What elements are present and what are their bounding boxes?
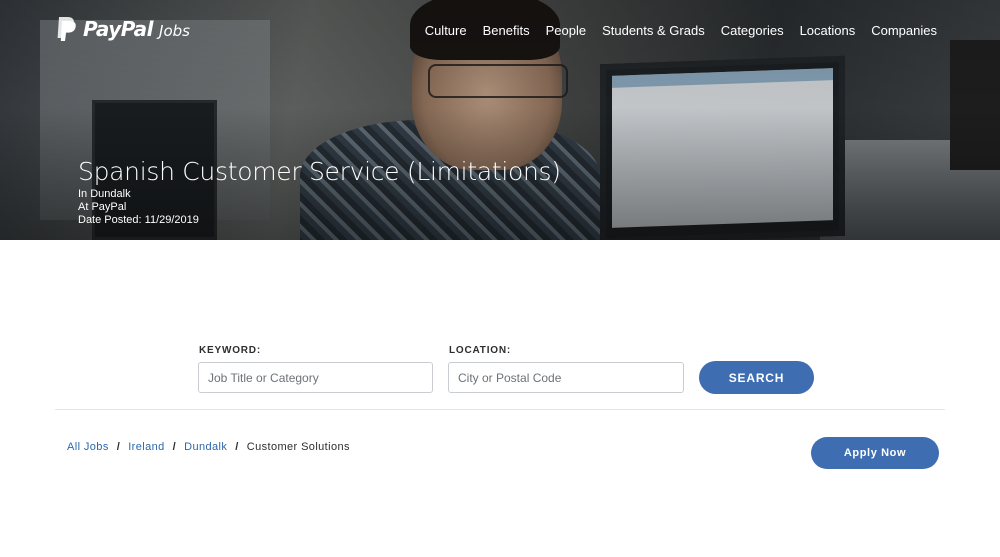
job-title: Spanish Customer Service (Limitations) — [78, 157, 561, 186]
keyword-label: KEYWORD: — [199, 345, 261, 356]
hero-banner: PayPal Jobs Culture Benefits People Stud… — [0, 0, 1000, 240]
location-input[interactable] — [448, 362, 684, 393]
job-date-posted: Date Posted: 11/29/2019 — [78, 214, 199, 226]
job-company: At PayPal — [78, 201, 127, 213]
location-label: LOCATION: — [449, 345, 512, 356]
apply-now-button[interactable]: Apply Now — [811, 437, 939, 469]
search-button[interactable]: SEARCH — [699, 361, 814, 394]
breadcrumb-all-jobs[interactable]: All Jobs — [67, 441, 109, 453]
section-divider — [55, 409, 945, 410]
job-summary: Spanish Customer Service (Limitations) I… — [78, 156, 561, 227]
breadcrumb: All Jobs / Ireland / Dundalk / Customer … — [67, 441, 350, 453]
breadcrumb-separator: / — [235, 441, 239, 453]
job-location: In Dundalk — [78, 188, 131, 200]
breadcrumb-dundalk[interactable]: Dundalk — [184, 441, 227, 453]
nav-benefits[interactable]: Benefits — [483, 23, 530, 38]
nav-categories[interactable]: Categories — [721, 23, 784, 38]
breadcrumb-current: Customer Solutions — [246, 441, 350, 453]
paypal-jobs-logo[interactable]: PayPal Jobs — [55, 16, 190, 42]
nav-students-grads[interactable]: Students & Grads — [602, 23, 705, 38]
brand-suffix: Jobs — [159, 21, 190, 40]
nav-people[interactable]: People — [546, 23, 586, 38]
keyword-input[interactable] — [198, 362, 433, 393]
breadcrumb-ireland[interactable]: Ireland — [128, 441, 164, 453]
breadcrumb-separator: / — [172, 441, 177, 453]
nav-culture[interactable]: Culture — [425, 23, 467, 38]
nav-companies[interactable]: Companies — [871, 23, 937, 38]
brand-name: PayPal — [83, 17, 154, 41]
paypal-logo-icon — [57, 17, 76, 41]
top-navigation: Culture Benefits People Students & Grads… — [425, 23, 937, 38]
breadcrumb-separator: / — [116, 441, 121, 453]
job-search-form: KEYWORD: LOCATION: SEARCH — [198, 344, 818, 396]
nav-locations[interactable]: Locations — [800, 23, 856, 38]
